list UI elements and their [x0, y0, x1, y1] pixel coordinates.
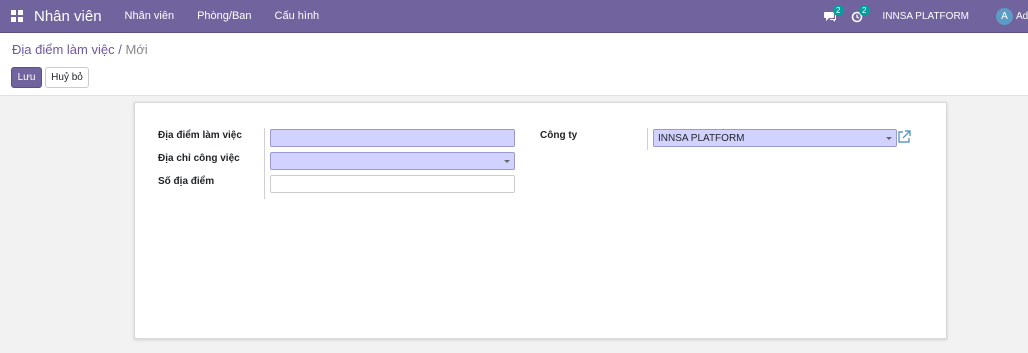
messaging-menu[interactable]: 2: [823, 4, 844, 23]
apps-menu-icon[interactable]: [11, 10, 23, 22]
discard-button[interactable]: Huỷ bỏ: [45, 67, 89, 88]
work-address-label: Địa chỉ công việc: [158, 153, 240, 164]
activity-menu[interactable]: 2: [851, 4, 870, 23]
navbar-systray: 2 2 INNSA PLATFORM A Administrator: [823, 0, 1028, 33]
user-avatar[interactable]: A: [996, 8, 1013, 25]
breadcrumb-current: Mới: [125, 42, 148, 57]
location-number-label: Số địa điểm: [158, 176, 215, 187]
label-divider: [264, 128, 265, 199]
company-select[interactable]: INNSA PLATFORM: [653, 129, 897, 147]
control-panel: Địa điểm làm việc / Mới Lưu Huỷ bỏ: [0, 33, 1028, 96]
menu-employees[interactable]: Nhân viên: [125, 10, 175, 22]
work-location-label: Địa điểm làm việc: [158, 130, 242, 141]
company-divider: [647, 128, 648, 150]
breadcrumb: Địa điểm làm việc / Mới: [12, 42, 148, 57]
chevron-down-icon: [504, 160, 510, 163]
menu-configuration[interactable]: Cấu hình: [275, 10, 320, 22]
company-switcher[interactable]: INNSA PLATFORM: [883, 11, 970, 22]
work-location-input[interactable]: [270, 129, 515, 147]
activities-badge: 2: [859, 4, 870, 16]
location-number-input[interactable]: [270, 175, 515, 193]
user-menu[interactable]: Administrator: [1016, 11, 1028, 22]
breadcrumb-separator: /: [114, 42, 126, 57]
breadcrumb-parent[interactable]: Địa điểm làm việc: [12, 42, 115, 57]
main-menu: Nhân viên Phòng/Ban Cấu hình: [125, 10, 343, 22]
work-address-select[interactable]: [270, 152, 515, 170]
chevron-down-icon: [886, 137, 892, 140]
company-label: Công ty: [540, 130, 578, 141]
app-brand[interactable]: Nhân viên: [34, 8, 102, 25]
messages-badge: 2: [833, 4, 844, 16]
save-button[interactable]: Lưu: [11, 67, 42, 88]
menu-departments[interactable]: Phòng/Ban: [197, 10, 251, 22]
external-link-icon[interactable]: [897, 130, 911, 144]
top-navbar: Nhân viên Nhân viên Phòng/Ban Cấu hình 2…: [0, 0, 1028, 33]
